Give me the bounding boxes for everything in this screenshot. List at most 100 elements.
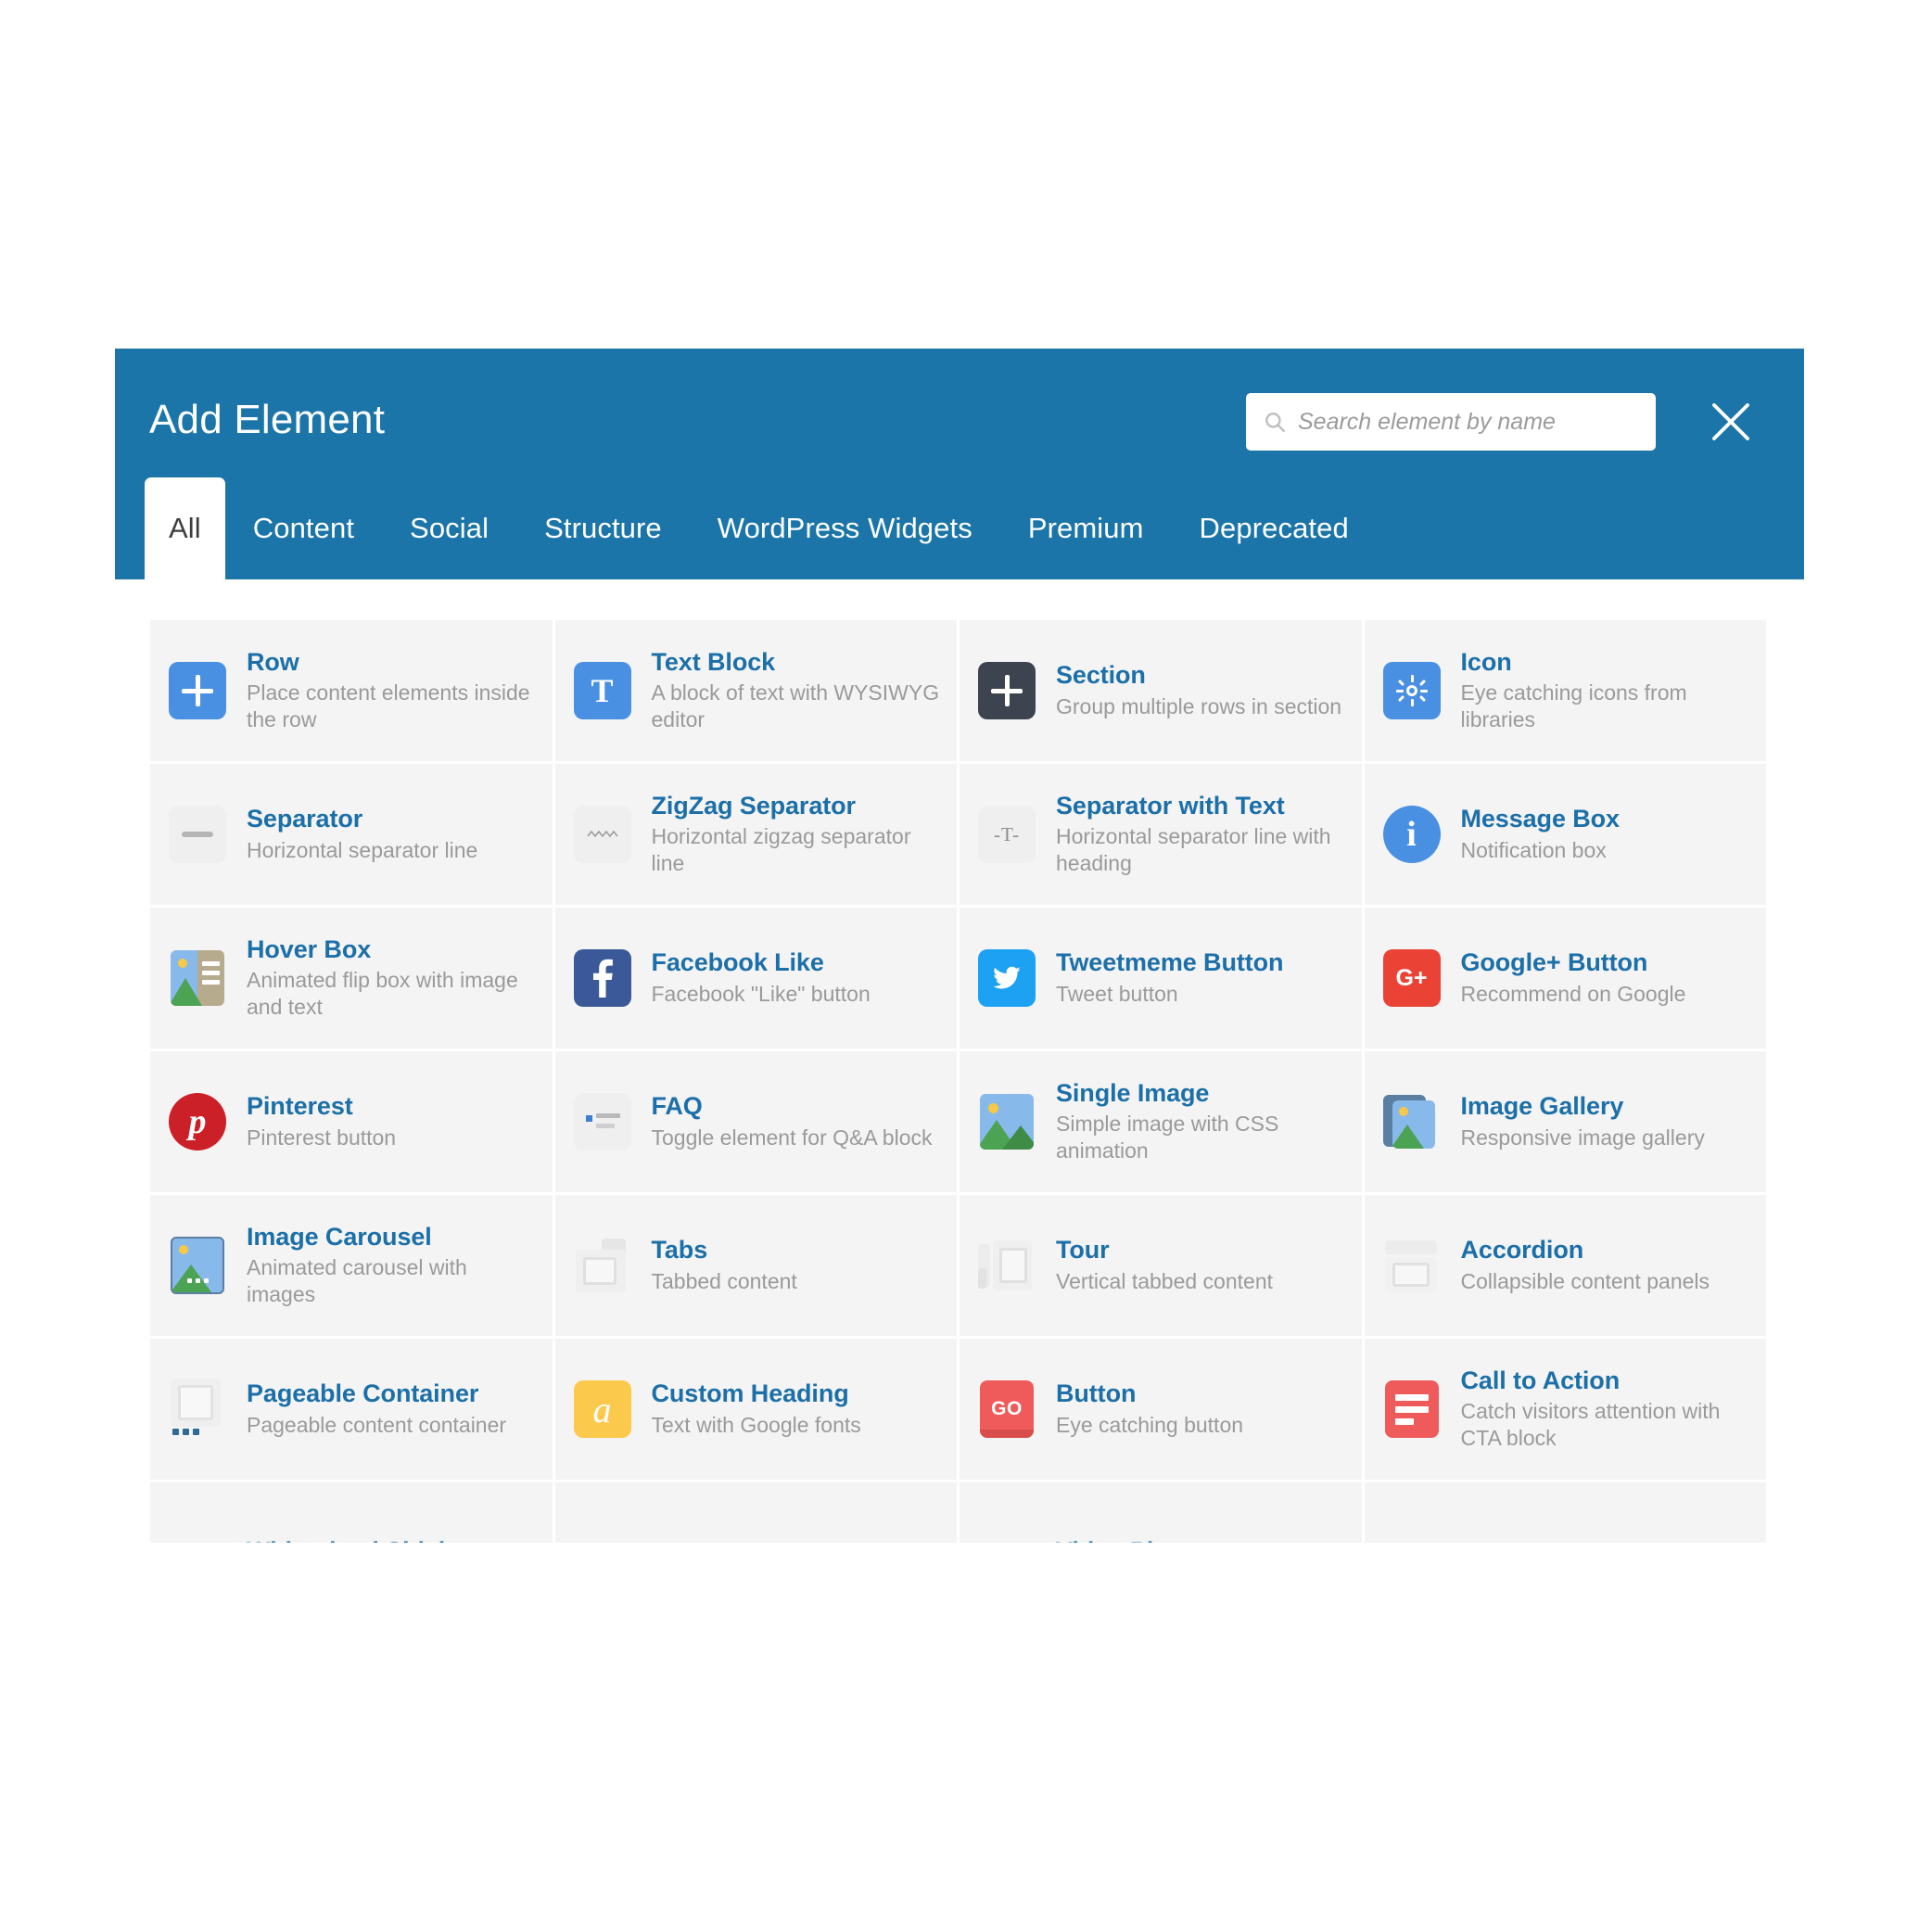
placeholder-icon (1378, 1519, 1446, 1543)
pinterest-icon: p (163, 1087, 232, 1156)
add-element-modal: Add Element All Content Social Structur (115, 349, 1804, 1543)
tab-all[interactable]: All (145, 477, 225, 579)
element-tile-separator-with-text[interactable]: -T- Separator with Text Horizontal separ… (960, 764, 1365, 908)
element-tile-facebook-like[interactable]: Facebook Like Facebook "Like" button (554, 908, 960, 1051)
image-stack-icon (1378, 1087, 1446, 1156)
element-tile-image-gallery[interactable]: Image Gallery Responsive image gallery (1364, 1051, 1769, 1195)
element-desc: Horizontal separator line (247, 837, 478, 862)
accordion-icon (1378, 1231, 1446, 1300)
element-name: Section (1056, 661, 1146, 690)
element-desc: Animated carousel with images (247, 1255, 467, 1307)
faq-list-icon (568, 1087, 637, 1156)
element-desc: Text with Google fonts (651, 1412, 861, 1437)
element-name: Custom Heading (651, 1379, 849, 1408)
element-tile-text-block[interactable]: T Text Block A block of text with WYSIWY… (554, 620, 960, 764)
video-icon (972, 1519, 1041, 1543)
element-name: Pageable Container (247, 1379, 479, 1408)
element-name: Separator (247, 805, 363, 833)
element-desc: Pageable content container (247, 1412, 507, 1437)
element-name: Call to Action (1460, 1366, 1621, 1394)
element-name: Video Player (1056, 1537, 1349, 1543)
element-tile-custom-heading[interactable]: a Custom Heading Text with Google fonts (554, 1339, 960, 1482)
element-tile-google-plus-button[interactable]: G+ Google+ Button Recommend on Google (1364, 908, 1769, 1051)
element-tile-hover-box[interactable]: Hover Box Animated flip box with image a… (150, 908, 555, 1051)
tab-wordpress-widgets[interactable]: WordPress Widgets (690, 477, 1000, 579)
search-icon (1263, 410, 1287, 434)
element-name: Image Carousel (247, 1222, 432, 1251)
tab-social[interactable]: Social (382, 477, 516, 579)
element-name: Single Image (1056, 1078, 1210, 1107)
element-tile-single-image[interactable]: Single Image Simple image with CSS anima… (960, 1051, 1365, 1195)
hover-box-icon (163, 944, 232, 1012)
element-tile-message-box[interactable]: i Message Box Notification box (1364, 764, 1769, 908)
tab-deprecated[interactable]: Deprecated (1172, 477, 1377, 579)
element-name: Icon (1460, 647, 1512, 676)
element-name: Google+ Button (1460, 948, 1648, 977)
info-circle-icon: i (1378, 800, 1446, 869)
facebook-icon (568, 944, 637, 1012)
dash-icon (163, 800, 232, 869)
plus-square-blue-icon (163, 656, 232, 725)
tab-premium[interactable]: Premium (1000, 477, 1172, 579)
element-name: Row (247, 647, 299, 676)
element-tile-tweetmeme-button[interactable]: Tweetmeme Button Tweet button (960, 908, 1365, 1051)
element-tile-tabs[interactable]: Tabs Tabbed content (554, 1195, 960, 1339)
page-title: Add Element (149, 397, 386, 442)
sun-icon (1378, 656, 1446, 725)
element-desc: Animated flip box with image and text (247, 968, 518, 1020)
carousel-icon (163, 1231, 232, 1300)
element-tile-accordion[interactable]: Accordion Collapsible content panels (1364, 1195, 1769, 1339)
element-tile-video-player[interactable]: Video Player (960, 1482, 1365, 1543)
search-box[interactable] (1246, 393, 1656, 451)
twitter-icon (972, 944, 1041, 1012)
element-desc: Group multiple rows in section (1056, 693, 1342, 718)
element-name: Tweetmeme Button (1056, 948, 1284, 977)
modal-header: Add Element All Content Social Structur (115, 349, 1804, 579)
element-name: ZigZag Separator (651, 791, 857, 820)
element-desc: Recommend on Google (1460, 981, 1686, 1006)
element-tile-row[interactable]: Row Place content elements inside the ro… (150, 620, 555, 764)
sidebar-icon (163, 1519, 232, 1543)
search-input[interactable] (1298, 408, 1639, 436)
element-desc: Facebook "Like" button (651, 981, 871, 1006)
element-tile-button[interactable]: GO Button Eye catching button (960, 1339, 1365, 1482)
tour-icon (972, 1231, 1041, 1300)
element-tile-zigzag-separator[interactable]: ZigZag Separator Horizontal zigzag separ… (554, 764, 960, 908)
element-tile-section[interactable]: Section Group multiple rows in section (960, 620, 1365, 764)
close-icon[interactable] (1706, 397, 1756, 447)
element-name: Text Block (651, 647, 776, 676)
element-grid: Row Place content elements inside the ro… (150, 620, 1769, 1543)
element-tile-icon[interactable]: Icon Eye catching icons from libraries (1364, 620, 1769, 764)
element-tile-image-carousel[interactable]: Image Carousel Animated carousel with im… (150, 1195, 555, 1339)
google-plus-icon: G+ (1378, 944, 1446, 1012)
element-name: Message Box (1460, 805, 1621, 833)
cta-icon (1378, 1375, 1446, 1443)
element-grid-scroll[interactable]: Row Place content elements inside the ro… (115, 579, 1804, 1543)
element-desc: Vertical tabbed content (1056, 1268, 1273, 1293)
element-desc: Pinterest button (247, 1125, 397, 1150)
element-name: Accordion (1460, 1236, 1584, 1265)
element-desc: Toggle element for Q&A block (651, 1125, 933, 1150)
element-desc: Eye catching button (1056, 1412, 1244, 1437)
element-desc: Tweet button (1056, 981, 1178, 1006)
tab-structure[interactable]: Structure (516, 477, 690, 579)
element-tile-widgetised-sidebar[interactable]: Widgetised Sidebar (150, 1482, 555, 1543)
element-desc: Horizontal zigzag separator line (651, 824, 911, 876)
element-name: FAQ (651, 1092, 703, 1121)
element-tile-placeholder-a[interactable] (554, 1482, 960, 1543)
element-name: Pinterest (247, 1092, 353, 1121)
go-button-icon: GO (972, 1375, 1041, 1443)
element-tile-call-to-action[interactable]: Call to Action Catch visitors attention … (1364, 1339, 1769, 1482)
element-name: Separator with Text (1056, 791, 1285, 820)
element-tile-faq[interactable]: FAQ Toggle element for Q&A block (554, 1051, 960, 1195)
element-tile-placeholder-b[interactable] (1364, 1482, 1769, 1543)
element-name: Facebook Like (651, 948, 824, 977)
element-tile-pageable-container[interactable]: Pageable Container Pageable content cont… (150, 1339, 555, 1482)
element-name: Button (1056, 1379, 1137, 1408)
element-tile-pinterest[interactable]: p Pinterest Pinterest button (150, 1051, 555, 1195)
screen: Add Element All Content Social Structur (0, 0, 1932, 1932)
element-name: Image Gallery (1460, 1092, 1624, 1121)
tab-content[interactable]: Content (225, 477, 382, 579)
element-tile-separator[interactable]: Separator Horizontal separator line (150, 764, 555, 908)
element-tile-tour[interactable]: Tour Vertical tabbed content (960, 1195, 1365, 1339)
